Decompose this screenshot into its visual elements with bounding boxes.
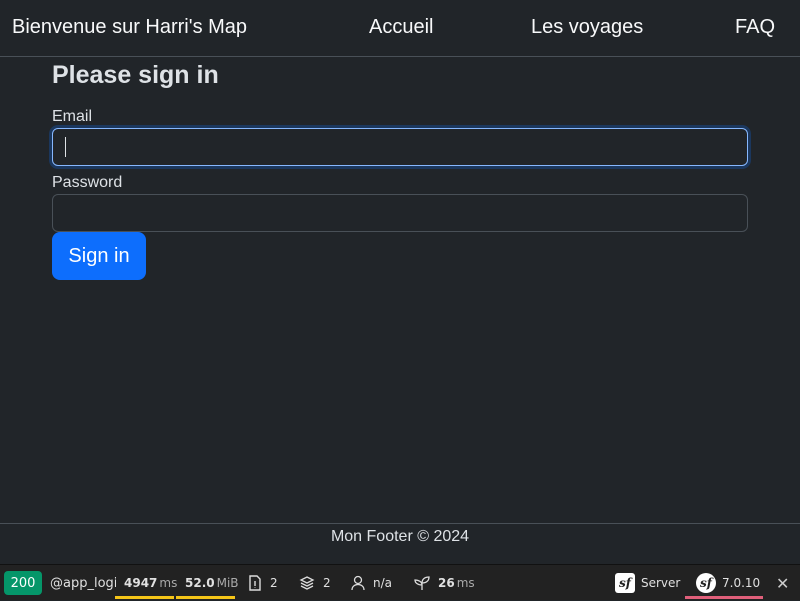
navbar: Bienvenue sur Harri's Map Accueil Les vo… <box>0 0 800 57</box>
twig-panel-link[interactable]: 26 ms <box>414 565 475 601</box>
footer-text: Mon Footer © 2024 <box>330 528 470 545</box>
nav-link-les-voyages[interactable]: Les voyages <box>531 16 643 39</box>
memory-unit: MiB <box>216 576 239 590</box>
close-toolbar-button[interactable]: ✕ <box>776 565 789 601</box>
email-label: Email <box>52 108 93 125</box>
twig-time-unit: ms <box>456 576 475 590</box>
status-badge[interactable]: 200 <box>4 571 42 595</box>
layers-icon <box>299 575 315 591</box>
nav-link-accueil[interactable]: Accueil <box>369 16 433 39</box>
logs-count: 2 <box>270 576 278 590</box>
security-panel-link[interactable]: n/a <box>351 565 392 601</box>
text-caret <box>65 137 66 157</box>
close-icon: ✕ <box>776 573 790 593</box>
symfony-icon: sf <box>615 573 635 593</box>
twig-time-value: 26 <box>438 576 455 590</box>
symfony-logo-icon: sf <box>696 573 716 593</box>
user-value: n/a <box>373 576 393 590</box>
user-icon <box>351 575 365 591</box>
version-status-bar <box>685 596 763 599</box>
nav-link-faq[interactable]: FAQ <box>735 16 775 39</box>
logs-panel-link[interactable]: 2 <box>248 565 278 601</box>
sign-in-button[interactable]: Sign in <box>52 232 146 280</box>
leaf-icon <box>414 575 430 591</box>
cache-count: 2 <box>323 576 331 590</box>
server-label: Server <box>641 576 681 590</box>
request-time-unit: ms <box>159 576 178 590</box>
password-label: Password <box>52 174 123 191</box>
request-time-value: 4947 <box>124 576 158 590</box>
file-icon <box>248 575 262 591</box>
brand-link[interactable]: Bienvenue sur Harri's Map <box>12 16 247 39</box>
time-warning-bar <box>115 596 174 599</box>
route-name[interactable]: @app_login <box>50 565 116 601</box>
memory-warning-bar <box>176 596 235 599</box>
footer: Mon Footer © 2024 <box>0 523 800 564</box>
memory-value: 52.0 <box>185 576 215 590</box>
symfony-version: 7.0.10 <box>722 576 761 590</box>
email-field[interactable] <box>52 128 748 166</box>
page-title: Please sign in <box>52 61 219 89</box>
server-panel-link[interactable]: sf Server <box>615 565 680 601</box>
password-field[interactable] <box>52 194 748 232</box>
cache-panel-link[interactable]: 2 <box>299 565 331 601</box>
login-form: Please sign in Email Password Sign in <box>52 60 748 280</box>
debug-toolbar: 200 @app_login 4947 ms 52.0 MiB 2 2 n/a … <box>0 564 800 600</box>
